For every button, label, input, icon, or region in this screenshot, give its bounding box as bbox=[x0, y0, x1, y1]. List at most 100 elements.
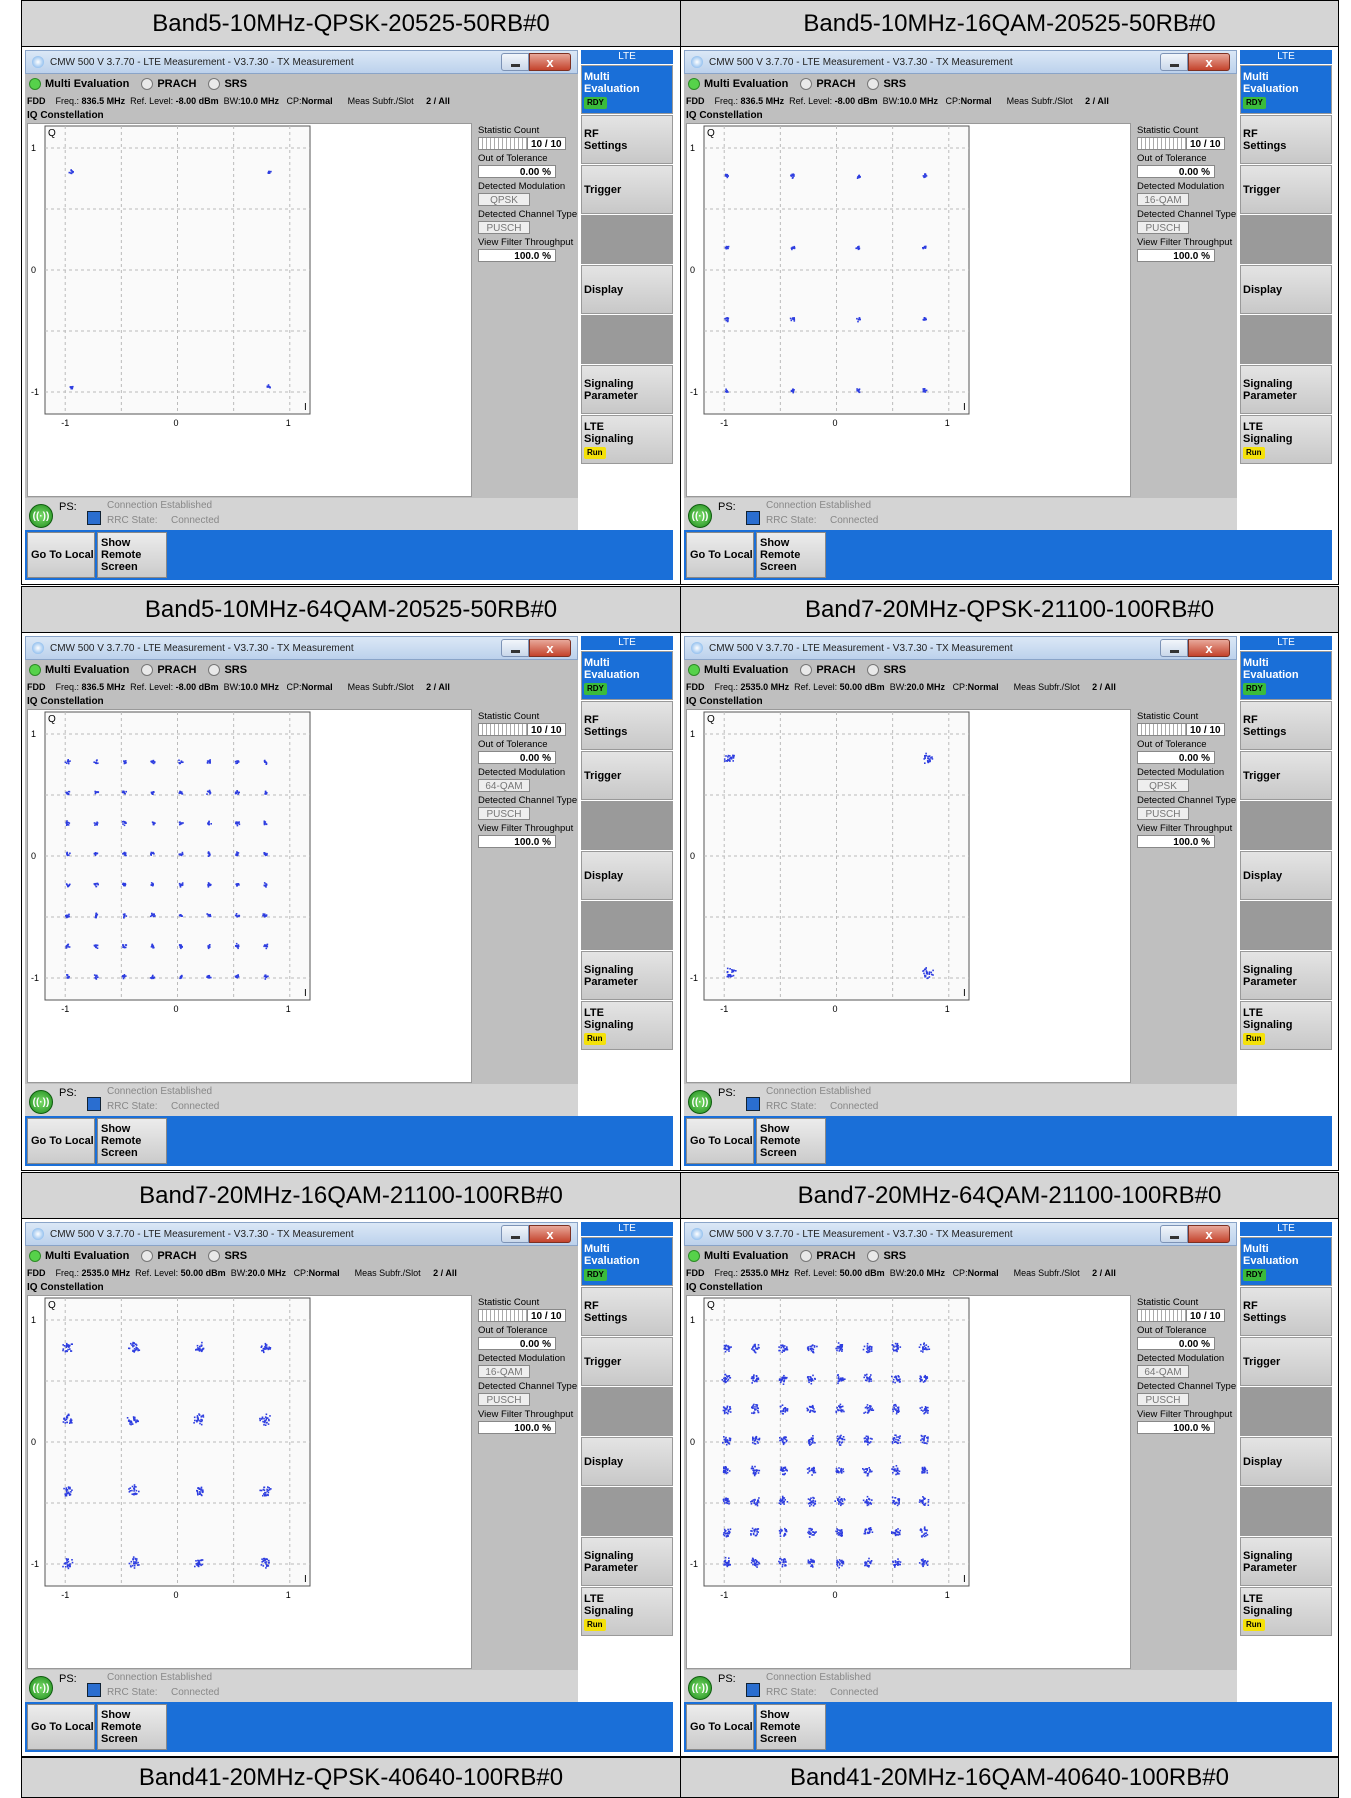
rf-settings-softkey[interactable]: RF Settings bbox=[1240, 115, 1332, 164]
device-icon bbox=[746, 1683, 760, 1697]
close-button[interactable]: x bbox=[529, 53, 571, 71]
tab-multi-evaluation[interactable]: Multi Evaluation bbox=[45, 664, 129, 676]
sample-dot bbox=[726, 1440, 728, 1443]
go-to-local-button[interactable]: Go To Local bbox=[27, 532, 95, 578]
sample-dot bbox=[793, 318, 796, 321]
minimize-button[interactable] bbox=[1160, 1225, 1188, 1243]
minimize-button[interactable] bbox=[501, 53, 529, 71]
multi-evaluation-softkey[interactable]: Multi Evaluation RDY bbox=[581, 651, 673, 700]
tab-srs[interactable]: SRS bbox=[224, 664, 247, 676]
close-button[interactable]: x bbox=[529, 1225, 571, 1243]
tab-multi-evaluation[interactable]: Multi Evaluation bbox=[704, 664, 788, 676]
show-remote-screen-button[interactable]: Show Remote Screen bbox=[756, 1118, 826, 1164]
lte-signaling-softkey[interactable]: LTE Signaling Run bbox=[581, 415, 673, 464]
go-to-local-button[interactable]: Go To Local bbox=[686, 1118, 754, 1164]
display-softkey[interactable]: Display bbox=[581, 265, 673, 314]
multi-evaluation-softkey[interactable]: Multi Evaluation RDY bbox=[1240, 651, 1332, 700]
tab-srs[interactable]: SRS bbox=[883, 1250, 906, 1262]
sample-dot bbox=[238, 791, 240, 794]
display-softkey[interactable]: Display bbox=[581, 851, 673, 900]
multi-evaluation-softkey[interactable]: Multi Evaluation RDY bbox=[1240, 1237, 1332, 1286]
show-remote-screen-button[interactable]: Show Remote Screen bbox=[97, 1118, 167, 1164]
show-remote-screen-button[interactable]: Show Remote Screen bbox=[97, 1704, 167, 1750]
minimize-button[interactable] bbox=[501, 1225, 529, 1243]
tab-prach[interactable]: PRACH bbox=[816, 78, 855, 90]
trigger-softkey[interactable]: Trigger bbox=[581, 751, 673, 800]
minimize-button[interactable] bbox=[1160, 639, 1188, 657]
rdy-badge: RDY bbox=[1243, 1268, 1266, 1281]
go-to-local-button[interactable]: Go To Local bbox=[686, 532, 754, 578]
softkey-label: Parameter bbox=[584, 975, 638, 988]
rf-settings-softkey[interactable]: RF Settings bbox=[581, 701, 673, 750]
tab-srs[interactable]: SRS bbox=[224, 78, 247, 90]
tab-multi-evaluation[interactable]: Multi Evaluation bbox=[45, 1250, 129, 1262]
go-to-local-button[interactable]: Go To Local bbox=[686, 1704, 754, 1750]
signaling-parameter-softkey[interactable]: Signaling Parameter bbox=[1240, 951, 1332, 1000]
display-softkey[interactable]: Display bbox=[1240, 851, 1332, 900]
show-remote-screen-button[interactable]: Show Remote Screen bbox=[756, 1704, 826, 1750]
rf-settings-softkey[interactable]: RF Settings bbox=[1240, 1287, 1332, 1336]
show-remote-screen-button[interactable]: Show Remote Screen bbox=[97, 532, 167, 578]
rf-settings-softkey[interactable]: RF Settings bbox=[581, 115, 673, 164]
lte-signaling-softkey[interactable]: LTE Signaling Run bbox=[1240, 1001, 1332, 1050]
sample-dot bbox=[237, 854, 239, 856]
trigger-softkey[interactable]: Trigger bbox=[581, 1337, 673, 1386]
tab-prach[interactable]: PRACH bbox=[157, 78, 196, 90]
rf-settings-softkey[interactable]: RF Settings bbox=[581, 1287, 673, 1336]
close-button[interactable]: x bbox=[1188, 1225, 1230, 1243]
signaling-parameter-softkey[interactable]: Signaling Parameter bbox=[1240, 365, 1332, 414]
go-to-local-button[interactable]: Go To Local bbox=[27, 1704, 95, 1750]
sample-dot bbox=[199, 1347, 201, 1350]
signaling-parameter-softkey[interactable]: Signaling Parameter bbox=[581, 365, 673, 414]
measurement-tabs: Multi Evaluation PRACH SRS bbox=[25, 76, 255, 92]
show-remote-screen-button[interactable]: Show Remote Screen bbox=[756, 532, 826, 578]
screenshot-cell: CMW 500 V 3.7.70 - LTE Measurement - V3.… bbox=[680, 46, 1339, 585]
signaling-parameter-softkey[interactable]: Signaling Parameter bbox=[581, 951, 673, 1000]
tab-multi-evaluation[interactable]: Multi Evaluation bbox=[704, 1250, 788, 1262]
rf-settings-softkey[interactable]: RF Settings bbox=[1240, 701, 1332, 750]
close-button[interactable]: x bbox=[1188, 53, 1230, 71]
bw-label: BW: bbox=[230, 1268, 248, 1278]
sample-dot bbox=[841, 1564, 843, 1567]
trigger-softkey[interactable]: Trigger bbox=[1240, 165, 1332, 214]
sample-dot bbox=[133, 1493, 135, 1496]
multi-evaluation-softkey[interactable]: Multi Evaluation RDY bbox=[581, 65, 673, 114]
sample-dot bbox=[835, 1347, 837, 1350]
signaling-parameter-softkey[interactable]: Signaling Parameter bbox=[581, 1537, 673, 1586]
minimize-button[interactable] bbox=[1160, 53, 1188, 71]
sample-dot bbox=[66, 823, 68, 826]
sample-dot bbox=[810, 1437, 813, 1439]
tab-multi-evaluation[interactable]: Multi Evaluation bbox=[704, 78, 788, 90]
lte-signaling-softkey[interactable]: LTE Signaling Run bbox=[1240, 415, 1332, 464]
lte-signaling-softkey[interactable]: LTE Signaling Run bbox=[1240, 1587, 1332, 1636]
sample-dot bbox=[780, 1378, 782, 1381]
sample-dot bbox=[727, 1378, 730, 1381]
trigger-softkey[interactable]: Trigger bbox=[1240, 1337, 1332, 1386]
tab-prach[interactable]: PRACH bbox=[816, 664, 855, 676]
multi-evaluation-softkey[interactable]: Multi Evaluation RDY bbox=[1240, 65, 1332, 114]
tab-srs[interactable]: SRS bbox=[883, 664, 906, 676]
tab-srs[interactable]: SRS bbox=[883, 78, 906, 90]
display-softkey[interactable]: Display bbox=[1240, 265, 1332, 314]
close-button[interactable]: x bbox=[529, 639, 571, 657]
display-softkey[interactable]: Display bbox=[1240, 1437, 1332, 1486]
tab-prach[interactable]: PRACH bbox=[157, 664, 196, 676]
go-to-local-button[interactable]: Go To Local bbox=[27, 1118, 95, 1164]
tab-multi-evaluation[interactable]: Multi Evaluation bbox=[45, 78, 129, 90]
trigger-softkey[interactable]: Trigger bbox=[581, 165, 673, 214]
lte-signaling-softkey[interactable]: LTE Signaling Run bbox=[581, 1001, 673, 1050]
sample-dot bbox=[814, 1471, 817, 1474]
display-softkey[interactable]: Display bbox=[581, 1437, 673, 1486]
tab-prach[interactable]: PRACH bbox=[157, 1250, 196, 1262]
close-button[interactable]: x bbox=[1188, 639, 1230, 657]
sample-dot bbox=[923, 388, 926, 390]
lte-signaling-softkey[interactable]: LTE Signaling Run bbox=[581, 1587, 673, 1636]
trigger-softkey[interactable]: Trigger bbox=[1240, 751, 1332, 800]
tab-srs[interactable]: SRS bbox=[224, 1250, 247, 1262]
empty-softkey bbox=[1240, 901, 1332, 950]
minimize-button[interactable] bbox=[501, 639, 529, 657]
signaling-parameter-softkey[interactable]: Signaling Parameter bbox=[1240, 1537, 1332, 1586]
multi-evaluation-softkey[interactable]: Multi Evaluation RDY bbox=[581, 1237, 673, 1286]
tab-prach[interactable]: PRACH bbox=[816, 1250, 855, 1262]
sample-dot bbox=[792, 388, 794, 391]
